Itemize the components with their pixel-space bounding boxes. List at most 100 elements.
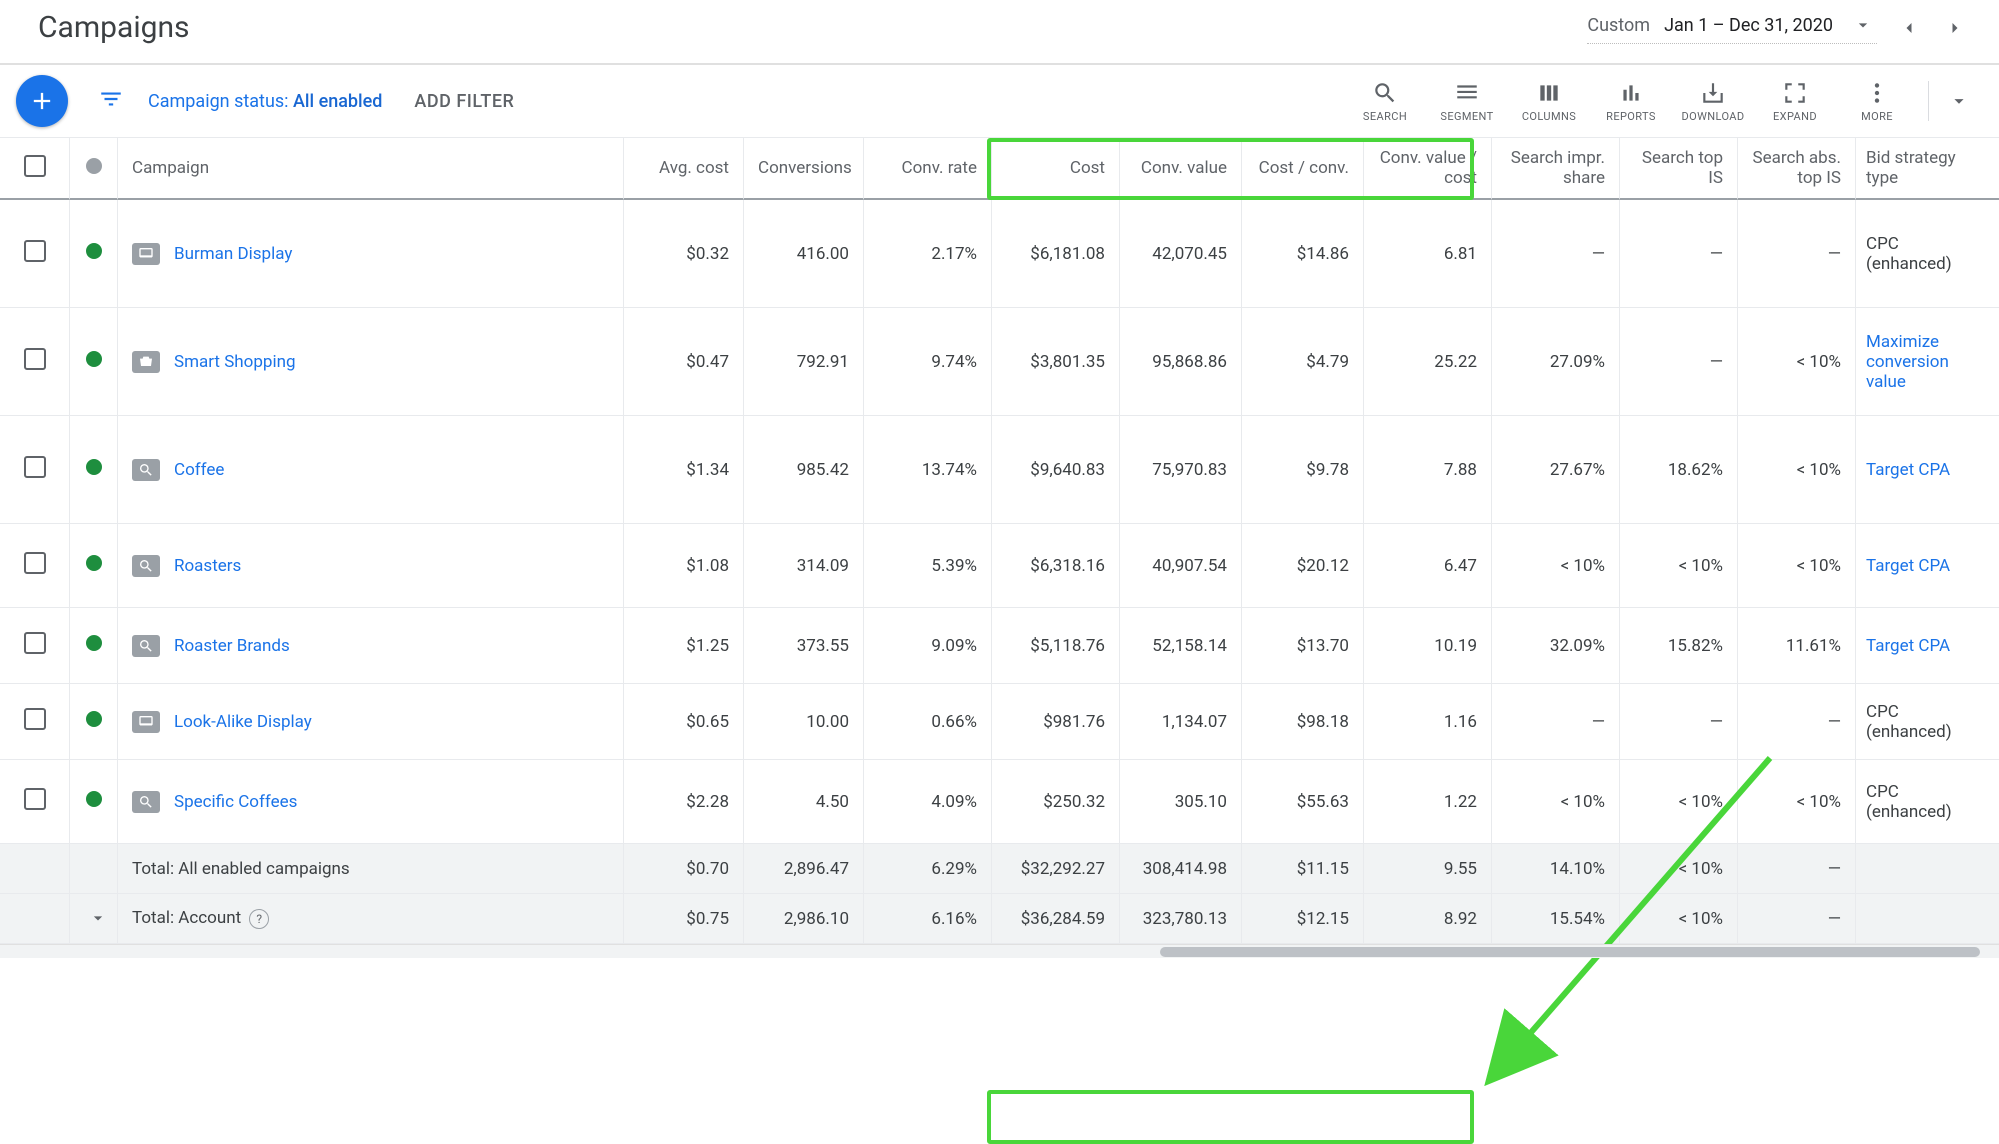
status-dot[interactable]: [86, 243, 102, 259]
cell-search-impr-share: 32.09%: [1492, 608, 1620, 684]
col-conversions[interactable]: Conversions: [744, 138, 864, 200]
table-header-row: Campaign Avg. cost Conversions Conv. rat…: [0, 138, 1999, 200]
cell-search-abs-top-is: —: [1738, 684, 1856, 760]
campaign-name-link[interactable]: Look-Alike Display: [174, 712, 312, 732]
col-search-abs-top-is[interactable]: Search abs. top IS: [1738, 138, 1856, 200]
campaign-type-display-icon: [132, 243, 160, 265]
cell-conversions: 985.42: [744, 416, 864, 524]
campaign-name-link[interactable]: Smart Shopping: [174, 352, 296, 372]
col-cost[interactable]: Cost: [992, 138, 1120, 200]
cell-cost: $5,118.76: [992, 608, 1120, 684]
col-bid-strategy[interactable]: Bid strategy type: [1856, 138, 1999, 200]
col-conv-value-per-cost[interactable]: Conv. value / cost: [1364, 138, 1492, 200]
cell-cost-per-conv: $4.79: [1242, 308, 1364, 416]
campaigns-table: Campaign Avg. cost Conversions Conv. rat…: [0, 138, 1999, 944]
date-range[interactable]: Jan 1 – Dec 31, 2020: [1664, 15, 1839, 36]
cell-conversions: 314.09: [744, 524, 864, 608]
row-checkbox[interactable]: [24, 632, 46, 654]
col-conv-value[interactable]: Conv. value: [1120, 138, 1242, 200]
expand-total-icon[interactable]: [84, 904, 112, 932]
campaign-name-link[interactable]: Roasters: [174, 556, 241, 576]
campaign-name-link[interactable]: Coffee: [174, 460, 224, 480]
table-row: Coffee$1.34985.4213.74%$9,640.8375,970.8…: [0, 416, 1999, 524]
cell-conv-value: 52,158.14: [1120, 608, 1242, 684]
cell-conv-rate: 5.39%: [864, 524, 992, 608]
bid-strategy-link[interactable]: Maximize conversion value: [1866, 332, 1949, 392]
cell-conv-value: 40,907.54: [1120, 524, 1242, 608]
filter-icon[interactable]: [98, 86, 124, 116]
cell-avg-cost: $2.28: [624, 760, 744, 844]
select-all-checkbox[interactable]: [24, 155, 46, 177]
toolbar-columns[interactable]: COLUMNS: [1508, 80, 1590, 123]
bid-strategy-link[interactable]: Target CPA: [1866, 460, 1950, 480]
cell-search-top-is: < 10%: [1620, 524, 1738, 608]
campaign-type-shopping-icon: [132, 351, 160, 373]
annotation-highlight-total: [987, 1090, 1474, 1144]
row-checkbox[interactable]: [24, 708, 46, 730]
cell-search-top-is: —: [1620, 684, 1738, 760]
campaign-name-link[interactable]: Burman Display: [174, 244, 292, 264]
toolbar-reports[interactable]: REPORTS: [1590, 80, 1672, 123]
cell-search-top-is: < 10%: [1620, 760, 1738, 844]
toolbar-more[interactable]: MORE: [1836, 80, 1918, 123]
cell-search-top-is: —: [1620, 308, 1738, 416]
cell-conversions: 416.00: [744, 200, 864, 308]
campaign-name-link[interactable]: Roaster Brands: [174, 636, 290, 656]
toolbar-search[interactable]: SEARCH: [1344, 80, 1426, 123]
date-label: Custom: [1587, 15, 1650, 36]
status-header-dot[interactable]: [86, 158, 102, 174]
row-checkbox[interactable]: [24, 552, 46, 574]
bid-strategy-link[interactable]: Target CPA: [1866, 636, 1950, 656]
cell-cost-per-conv: $20.12: [1242, 524, 1364, 608]
cell-cost-per-conv: $13.70: [1242, 608, 1364, 684]
status-dot[interactable]: [86, 711, 102, 727]
bid-strategy-link[interactable]: Target CPA: [1866, 556, 1950, 576]
cell-search-abs-top-is: < 10%: [1738, 760, 1856, 844]
col-conv-rate[interactable]: Conv. rate: [864, 138, 992, 200]
cell-conversions: 792.91: [744, 308, 864, 416]
cell-cost-per-conv: $9.78: [1242, 416, 1364, 524]
cell-search-abs-top-is: —: [1738, 200, 1856, 308]
cell-conv-value: 75,970.83: [1120, 416, 1242, 524]
add-filter-button[interactable]: ADD FILTER: [414, 91, 514, 112]
col-campaign[interactable]: Campaign: [118, 138, 624, 200]
col-search-impr-share[interactable]: Search impr. share: [1492, 138, 1620, 200]
col-avg-cost[interactable]: Avg. cost: [624, 138, 744, 200]
status-dot[interactable]: [86, 555, 102, 571]
date-prev-button[interactable]: [1895, 14, 1923, 42]
collapse-panel-button[interactable]: [1939, 90, 1979, 112]
cell-cost: $981.76: [992, 684, 1120, 760]
toolbar-download[interactable]: DOWNLOAD: [1672, 80, 1754, 123]
status-dot[interactable]: [86, 351, 102, 367]
cell-search-top-is: 15.82%: [1620, 608, 1738, 684]
col-cost-per-conv[interactable]: Cost / conv.: [1242, 138, 1364, 200]
cell-avg-cost: $1.34: [624, 416, 744, 524]
page-title: Campaigns: [38, 10, 190, 45]
cell-conversions: 4.50: [744, 760, 864, 844]
table-row: Look-Alike Display$0.6510.000.66%$981.76…: [0, 684, 1999, 760]
row-checkbox[interactable]: [24, 456, 46, 478]
add-button[interactable]: [16, 75, 68, 127]
campaign-type-search-icon: [132, 635, 160, 657]
cell-conv-value: 42,070.45: [1120, 200, 1242, 308]
campaign-status-filter[interactable]: Campaign status: All enabled: [148, 91, 382, 112]
cell-conv-value-per-cost: 10.19: [1364, 608, 1492, 684]
row-checkbox[interactable]: [24, 240, 46, 262]
row-checkbox[interactable]: [24, 788, 46, 810]
campaign-name-link[interactable]: Specific Coffees: [174, 792, 297, 812]
title-bar: Campaigns Custom Jan 1 – Dec 31, 2020: [0, 0, 1999, 65]
cell-conversions: 373.55: [744, 608, 864, 684]
toolbar-expand[interactable]: EXPAND: [1754, 80, 1836, 123]
help-icon[interactable]: ?: [249, 909, 269, 929]
toolbar-segment[interactable]: SEGMENT: [1426, 80, 1508, 123]
cell-avg-cost: $0.47: [624, 308, 744, 416]
col-search-top-is[interactable]: Search top IS: [1620, 138, 1738, 200]
status-dot[interactable]: [86, 459, 102, 475]
status-dot[interactable]: [86, 791, 102, 807]
row-checkbox[interactable]: [24, 348, 46, 370]
status-dot[interactable]: [86, 635, 102, 651]
date-next-button[interactable]: [1941, 14, 1969, 42]
horizontal-scrollbar[interactable]: [0, 944, 1999, 958]
date-dropdown-icon[interactable]: [1849, 11, 1877, 39]
campaign-type-search-icon: [132, 459, 160, 481]
